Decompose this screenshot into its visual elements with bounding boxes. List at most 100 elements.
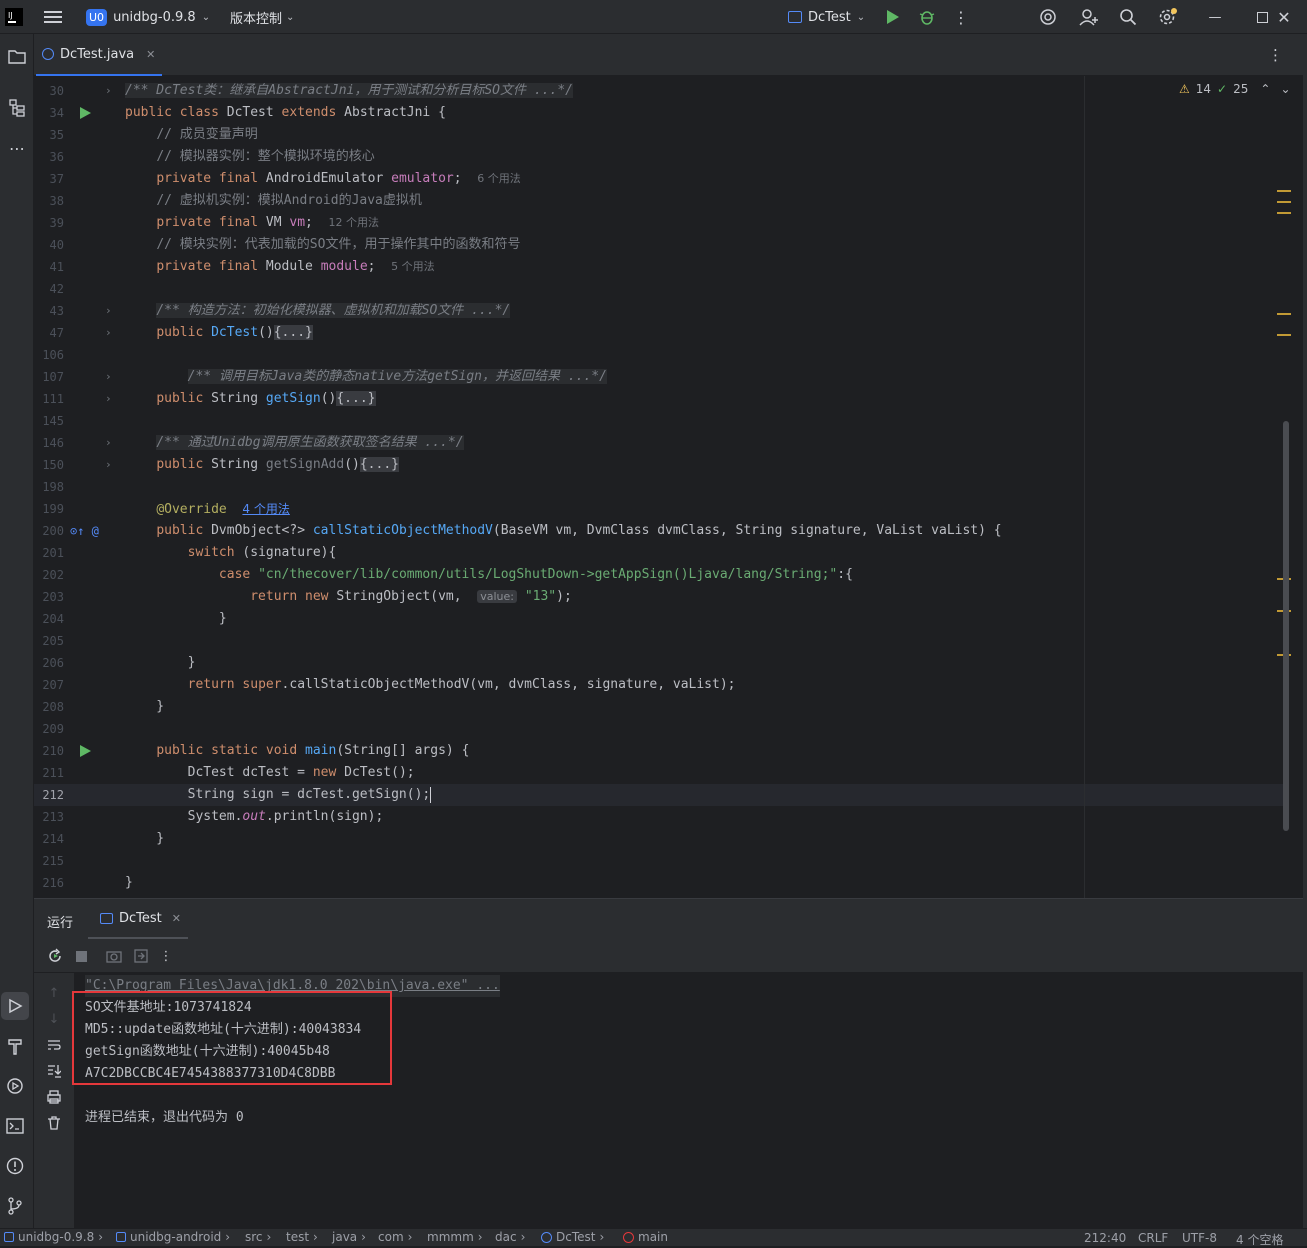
fold-chevron-icon[interactable]: ›: [105, 366, 112, 388]
project-selector[interactable]: U0 unidbg-0.9.8 ⌄: [86, 0, 210, 34]
close-window-button[interactable]: ✕: [1261, 0, 1307, 34]
breadcrumb-item[interactable]: test ›: [286, 1230, 318, 1244]
stop-icon[interactable]: [67, 942, 95, 970]
override-gutter-icon[interactable]: ⊙↑ @: [70, 520, 99, 542]
code-line: 47 › public DcTest(){...}: [34, 322, 1284, 344]
code-text: }: [125, 655, 196, 670]
fold-chevron-icon[interactable]: ›: [105, 388, 112, 410]
indent-setting[interactable]: 4 个空格: [1236, 1231, 1283, 1248]
close-icon: ✕: [1277, 7, 1291, 27]
camera-icon[interactable]: [100, 942, 128, 970]
scroll-up-icon[interactable]: ↑: [40, 979, 68, 1007]
warning-icon: ⚠: [1179, 82, 1190, 96]
code-text: // 模拟器实例：整个模拟环境的核心: [156, 149, 375, 164]
code-text: switch (signature){: [187, 545, 337, 560]
more-tools-icon[interactable]: ⋯: [3, 134, 31, 162]
add-user-icon[interactable]: [1075, 3, 1103, 31]
breadcrumb-label: src: [245, 1230, 263, 1244]
vcs-selector[interactable]: 版本控制 ⌄: [230, 0, 294, 34]
editor-tab-dctest[interactable]: DcTest.java ✕: [36, 34, 162, 76]
more-actions-icon[interactable]: ⋮: [947, 3, 975, 31]
tab-options-icon[interactable]: ⋮: [1268, 46, 1283, 64]
inspection-widget[interactable]: ⚠ 14 ✓ 25 ⌃ ⌄: [1179, 82, 1291, 96]
fold-chevron-icon[interactable]: ›: [105, 454, 112, 476]
line-number: 41: [49, 260, 64, 274]
main-menu-icon[interactable]: [44, 0, 62, 34]
caret-position[interactable]: 212:40: [1084, 1231, 1126, 1245]
run-gutter-icon[interactable]: [80, 745, 91, 757]
run-button[interactable]: [879, 3, 907, 31]
breadcrumb-item[interactable]: java ›: [332, 1230, 366, 1244]
breadcrumb-label: DcTest: [556, 1230, 596, 1244]
code-text: private final AndroidEmulator emulator; …: [156, 171, 521, 186]
run-tool-icon[interactable]: [1, 992, 29, 1020]
breadcrumb-item[interactable]: unidbg-0.9.8 ›: [4, 1230, 103, 1244]
line-ending[interactable]: CRLF: [1138, 1231, 1168, 1245]
fold-chevron-icon[interactable]: ›: [105, 432, 112, 454]
services-icon[interactable]: [1, 1072, 29, 1100]
breadcrumb-label: unidbg-android: [130, 1230, 222, 1244]
close-tab-icon[interactable]: ✕: [172, 912, 181, 925]
line-number: 208: [42, 700, 64, 714]
git-branch-icon[interactable]: [1, 1192, 29, 1220]
close-tab-icon[interactable]: ✕: [146, 48, 155, 61]
run-icon: [887, 10, 899, 24]
file-encoding[interactable]: UTF-8: [1182, 1231, 1217, 1245]
line-number: 38: [49, 194, 64, 208]
line-number: 40: [49, 238, 64, 252]
console-gutter: ↑ ↓: [34, 973, 74, 1229]
scroll-down-icon[interactable]: ↓: [40, 1005, 68, 1033]
breadcrumb-item[interactable]: DcTest ›: [541, 1230, 604, 1244]
fold-chevron-icon[interactable]: ›: [105, 322, 112, 344]
ai-assistant-icon[interactable]: [1034, 3, 1062, 31]
breadcrumb-item[interactable]: com ›: [378, 1230, 412, 1244]
more-run-actions-icon[interactable]: ⋮: [152, 942, 180, 970]
code-line: 43 › /** 构造方法：初始化模拟器、虚拟机和加载SO文件 ...*/: [34, 300, 1284, 322]
code-text: System.out.println(sign);: [125, 809, 384, 824]
run-tab-dctest[interactable]: DcTest ✕: [88, 899, 188, 939]
fold-chevron-icon[interactable]: ›: [105, 300, 112, 322]
breadcrumb-item[interactable]: dac ›: [495, 1230, 525, 1244]
project-folder-icon[interactable]: [3, 42, 31, 70]
breadcrumb-item[interactable]: mmmm ›: [427, 1230, 483, 1244]
soft-wrap-icon[interactable]: [40, 1031, 68, 1059]
search-icon[interactable]: [1114, 3, 1142, 31]
vertical-scrollbar[interactable]: [1283, 421, 1289, 831]
console-output[interactable]: "C:\Program Files\Java\jdk1.8.0_202\bin\…: [72, 975, 500, 1129]
trash-icon[interactable]: [40, 1109, 68, 1137]
restore-layout-icon[interactable]: [127, 942, 155, 970]
breadcrumb-label: dac: [495, 1230, 517, 1244]
breadcrumb-item[interactable]: src ›: [245, 1230, 271, 1244]
code-line: 150 › public String getSignAdd(){...}: [34, 454, 1284, 476]
app-logo-icon[interactable]: IJ: [5, 0, 23, 34]
debug-button[interactable]: [913, 3, 941, 31]
scroll-to-end-icon[interactable]: [40, 1057, 68, 1085]
breadcrumb-item[interactable]: unidbg-android ›: [116, 1230, 230, 1244]
code-line: 107 › /** 调用目标Java类的静态native方法getSign，并返回…: [34, 366, 1284, 388]
breadcrumb-item[interactable]: main: [623, 1230, 668, 1244]
line-number: 107: [42, 370, 64, 384]
editor-tab-label: DcTest.java: [60, 46, 135, 62]
code-editor[interactable]: 30 › /** DcTest类：继承自AbstractJni，用于测试和分析目标S…: [34, 76, 1303, 898]
build-hammer-icon[interactable]: [1, 1032, 29, 1060]
minimize-button[interactable]: —: [1192, 0, 1238, 34]
run-gutter-icon[interactable]: [80, 107, 91, 119]
rerun-icon[interactable]: [41, 942, 69, 970]
settings-gear-icon[interactable]: [1154, 3, 1182, 31]
check-icon: ✓: [1217, 82, 1228, 96]
stop-square: [75, 950, 87, 962]
terminal-icon[interactable]: [1, 1112, 29, 1140]
fold-chevron-icon[interactable]: ›: [105, 80, 112, 102]
chevron-right-icon: ›: [520, 1230, 526, 1244]
structure-icon[interactable]: [3, 94, 31, 122]
code-text: case "cn/thecover/lib/common/utils/LogSh…: [218, 567, 853, 582]
code-line: 201 switch (signature){: [34, 542, 1284, 564]
code-text: return super.callStaticObjectMethodV(vm,…: [187, 677, 736, 692]
previous-highlight-icon[interactable]: ⌃: [1260, 82, 1270, 96]
problems-icon[interactable]: [1, 1152, 29, 1180]
line-number: 200: [42, 524, 64, 538]
print-icon[interactable]: [40, 1083, 68, 1111]
run-config-selector[interactable]: DcTest ⌄: [788, 0, 865, 34]
stripe-mark: [1277, 190, 1291, 192]
code-text: }: [125, 611, 227, 626]
